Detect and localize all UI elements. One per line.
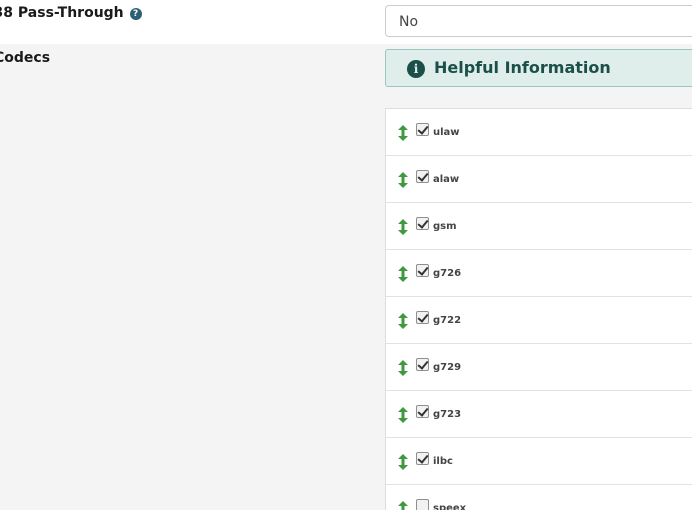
drag-handle-icon[interactable] — [398, 266, 408, 282]
codec-checkbox[interactable] — [416, 311, 429, 324]
t38-passthrough-value: No — [399, 14, 419, 30]
codec-name: g729 — [433, 362, 462, 373]
codec-name: g726 — [433, 268, 462, 279]
codecs-row: Codecs i Helpful Information ulaw alaw gsm… — [0, 44, 692, 510]
drag-handle-icon[interactable] — [398, 407, 408, 423]
drag-handle-icon[interactable] — [398, 360, 408, 376]
t38-passthrough-select[interactable]: No — [385, 5, 692, 37]
codec-name: speex — [433, 503, 467, 510]
t38-passthrough-row: T38 Pass-Through? No — [0, 0, 692, 44]
codec-checkbox[interactable] — [416, 217, 429, 230]
codec-checkbox[interactable] — [416, 264, 429, 277]
drag-handle-icon[interactable] — [398, 313, 408, 329]
t38-passthrough-label-text: T38 Pass-Through — [0, 5, 124, 21]
drag-handle-icon[interactable] — [398, 501, 408, 510]
codec-item[interactable]: speex — [386, 485, 692, 510]
drag-handle-icon[interactable] — [398, 219, 408, 235]
codec-list: ulaw alaw gsm g726 g722 g729 g723 ilbc speex — [385, 108, 692, 510]
codec-checkbox[interactable] — [416, 499, 429, 510]
codec-checkbox[interactable] — [416, 123, 429, 136]
codec-name: alaw — [433, 174, 460, 185]
codecs-label: Codecs — [0, 50, 51, 66]
help-icon[interactable]: ? — [129, 8, 142, 20]
codec-checkbox[interactable] — [416, 358, 429, 371]
codec-name: g722 — [433, 315, 462, 326]
codec-name: ilbc — [433, 456, 453, 467]
codec-name: g723 — [433, 409, 462, 420]
codec-item[interactable]: g726 — [386, 250, 692, 297]
codec-checkbox[interactable] — [416, 452, 429, 465]
info-icon: i — [407, 60, 425, 78]
codec-checkbox[interactable] — [416, 170, 429, 183]
codec-item[interactable]: ilbc — [386, 438, 692, 485]
codec-checkbox[interactable] — [416, 405, 429, 418]
codec-name: ulaw — [433, 127, 460, 138]
codec-item[interactable]: ulaw — [386, 109, 692, 156]
t38-passthrough-label: T38 Pass-Through? — [0, 5, 142, 21]
codec-name: gsm — [433, 221, 457, 232]
codec-item[interactable]: g723 — [386, 391, 692, 438]
codec-item[interactable]: g729 — [386, 344, 692, 391]
helpful-information-box[interactable]: i Helpful Information — [385, 49, 692, 87]
drag-handle-icon[interactable] — [398, 172, 408, 188]
settings-page: T38 Pass-Through? No Codecs i Helpful In… — [0, 0, 692, 510]
drag-handle-icon[interactable] — [398, 125, 408, 141]
codec-item[interactable]: alaw — [386, 156, 692, 203]
helpful-information-title: Helpful Information — [434, 58, 611, 77]
codec-item[interactable]: g722 — [386, 297, 692, 344]
codec-item[interactable]: gsm — [386, 203, 692, 250]
drag-handle-icon[interactable] — [398, 454, 408, 470]
